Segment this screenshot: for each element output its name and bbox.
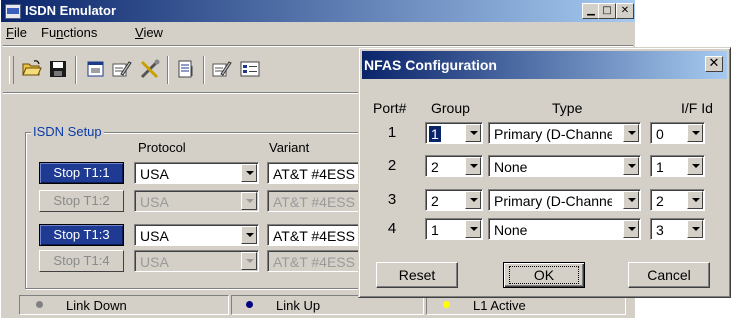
- window-icon[interactable]: [85, 58, 107, 80]
- menu-functions[interactable]: Functions: [41, 25, 97, 40]
- stop-t1-3-button[interactable]: Stop T1:3: [39, 224, 124, 246]
- status-dot-icon: [36, 301, 43, 308]
- stop-t1-1-button[interactable]: Stop T1:1: [39, 162, 124, 184]
- if-id-header: I/F Id: [681, 100, 713, 116]
- protocol-select-2[interactable]: USA: [134, 190, 259, 212]
- toolbar-grip[interactable]: [9, 56, 14, 84]
- chevron-down-icon[interactable]: [687, 191, 703, 209]
- status-pane-link-down: Link Down: [19, 295, 229, 315]
- dialog-close-button[interactable]: ✕: [705, 56, 723, 72]
- port-number-1: 1: [387, 124, 397, 141]
- if-id-select-4[interactable]: 3: [650, 218, 705, 240]
- type-select-2[interactable]: None: [488, 155, 641, 177]
- menu-view[interactable]: View: [135, 25, 163, 40]
- card-icon[interactable]: [211, 58, 233, 80]
- app-window-icon: [5, 4, 21, 19]
- menu-bar: File Functions View: [1, 22, 635, 43]
- type-select-3[interactable]: Primary (D-Channel): [488, 189, 641, 211]
- chevron-down-icon[interactable]: [623, 191, 639, 209]
- chevron-down-icon[interactable]: [623, 157, 639, 175]
- page-icon[interactable]: [175, 58, 197, 80]
- isdn-setup-label: ISDN Setup: [31, 124, 104, 139]
- port-header: Port#: [373, 100, 407, 116]
- variant-header: Variant: [269, 140, 310, 155]
- status-dot-icon: [246, 301, 253, 308]
- stop-t1-4-button[interactable]: Stop T1:4: [39, 250, 124, 272]
- nfas-configuration-dialog: NFAS Configuration ✕ Port# Group Type I/…: [358, 47, 731, 298]
- chevron-down-icon[interactable]: [687, 157, 703, 175]
- save-icon[interactable]: [47, 58, 69, 80]
- chevron-down-icon[interactable]: [465, 220, 481, 238]
- open-folder-icon[interactable]: [21, 58, 43, 80]
- group-select-1[interactable]: 1: [425, 122, 483, 144]
- group-select-2[interactable]: 2: [425, 155, 483, 177]
- if-id-select-1[interactable]: 0: [650, 122, 705, 144]
- if-id-select-3[interactable]: 2: [650, 189, 705, 211]
- toolbar-separator: [167, 56, 169, 84]
- dialog-title: NFAS Configuration: [364, 57, 497, 73]
- reset-button[interactable]: Reset: [376, 262, 458, 288]
- toolbar-separator: [203, 56, 205, 84]
- protocol-header: Protocol: [138, 140, 186, 155]
- chevron-down-icon[interactable]: [687, 124, 703, 142]
- close-button[interactable]: ✕: [616, 3, 634, 19]
- status-l1-active: L1 Active: [473, 298, 526, 313]
- tools-icon[interactable]: [139, 58, 161, 80]
- ok-button[interactable]: OK: [503, 262, 585, 288]
- edit-card-icon[interactable]: [111, 58, 133, 80]
- port-number-4: 4: [387, 220, 397, 237]
- group-header: Group: [431, 100, 470, 116]
- if-id-select-2[interactable]: 1: [650, 155, 705, 177]
- dialog-title-bar[interactable]: NFAS Configuration ✕: [362, 51, 727, 79]
- cancel-button[interactable]: Cancel: [628, 262, 710, 288]
- type-select-1[interactable]: Primary (D-Channel): [488, 122, 641, 144]
- main-window-title: ISDN Emulator: [25, 3, 117, 18]
- status-pane-link-up: Link Up: [231, 295, 424, 315]
- menu-file[interactable]: File: [6, 25, 27, 40]
- chevron-down-icon[interactable]: [465, 191, 481, 209]
- chevron-down-icon[interactable]: [241, 252, 257, 270]
- chevron-down-icon[interactable]: [623, 124, 639, 142]
- protocol-select-4[interactable]: USA: [134, 250, 259, 272]
- group-select-3[interactable]: 2: [425, 189, 483, 211]
- maximize-button[interactable]: □: [598, 3, 616, 19]
- list-icon[interactable]: [239, 58, 261, 80]
- type-header: Type: [552, 100, 583, 116]
- status-link-down: Link Down: [66, 298, 127, 313]
- main-title-bar[interactable]: ISDN Emulator ▁ □ ✕: [1, 0, 635, 22]
- chevron-down-icon[interactable]: [241, 192, 257, 210]
- port-number-3: 3: [387, 191, 397, 208]
- status-link-up: Link Up: [276, 298, 321, 313]
- stop-t1-2-button[interactable]: Stop T1:2: [39, 190, 124, 212]
- status-pane-l1-active: L1 Active: [426, 295, 626, 315]
- port-number-2: 2: [387, 157, 397, 174]
- status-dot-icon: [443, 301, 450, 308]
- chevron-down-icon[interactable]: [465, 157, 481, 175]
- protocol-select-3[interactable]: USA: [134, 224, 259, 246]
- chevron-down-icon[interactable]: [241, 226, 257, 244]
- chevron-down-icon[interactable]: [623, 220, 639, 238]
- chevron-down-icon[interactable]: [687, 220, 703, 238]
- type-select-4[interactable]: None: [488, 218, 641, 240]
- ok-button-label: OK: [508, 266, 580, 284]
- toolbar-separator: [75, 56, 77, 84]
- group-select-4[interactable]: 1: [425, 218, 483, 240]
- chevron-down-icon[interactable]: [241, 164, 257, 182]
- chevron-down-icon[interactable]: [465, 124, 481, 142]
- protocol-select-1[interactable]: USA: [134, 162, 259, 184]
